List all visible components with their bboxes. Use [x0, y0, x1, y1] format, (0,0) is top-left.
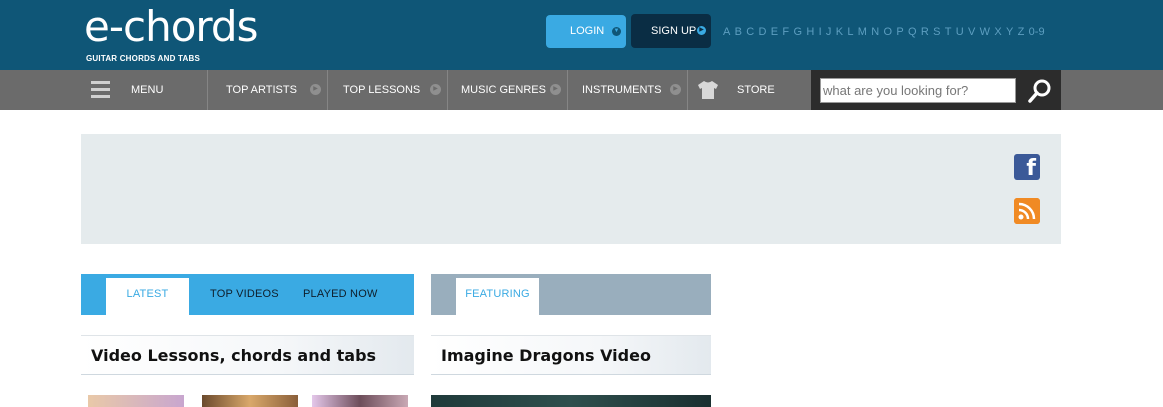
chevron-right-icon: ▶ [310, 84, 321, 95]
nav-music-genres[interactable]: MUSIC GENRES [461, 70, 546, 110]
nav-store[interactable]: STORE [737, 70, 775, 110]
alphabet-letter[interactable]: W [980, 26, 990, 38]
logo-tagline: GUITAR CHORDS AND TABS [86, 54, 201, 63]
alphabet-letter[interactable]: X [994, 26, 1001, 38]
chevron-right-icon: ▶ [550, 84, 561, 95]
login-label: LOGIN [570, 25, 605, 37]
search-input[interactable] [820, 78, 1016, 103]
alphabet-letter[interactable]: J [826, 26, 832, 38]
video-thumbnail[interactable] [312, 395, 408, 407]
alphabet-letter[interactable]: K [836, 26, 843, 38]
right-panel-header: Imagine Dragons Video [431, 335, 711, 375]
alphabet-letter[interactable]: L [847, 26, 853, 38]
top-header: e-chords GUITAR CHORDS AND TABS LOGIN ▼ … [0, 0, 1163, 70]
tab-played-now[interactable]: PLAYED NOW [303, 274, 378, 315]
left-tabbar: LATEST TOP VIDEOS PLAYED NOW [81, 274, 414, 315]
alphabet-letter[interactable]: I [819, 26, 822, 38]
nav-divider [567, 70, 568, 110]
video-thumbnail[interactable] [88, 395, 184, 407]
nav-divider [327, 70, 328, 110]
right-panel-title: Imagine Dragons Video [441, 346, 651, 365]
nav-divider [447, 70, 448, 110]
alphabet-letter[interactable]: D [759, 26, 767, 38]
chevron-right-icon: ▶ [697, 26, 706, 35]
nav-instruments[interactable]: INSTRUMENTS [582, 70, 661, 110]
ad-banner [81, 134, 1061, 244]
rss-icon[interactable] [1014, 198, 1040, 224]
nav-divider [207, 70, 208, 110]
alphabet-letter[interactable]: A [723, 26, 730, 38]
tab-featuring[interactable]: FEATURING [456, 278, 539, 315]
alphabet-letter[interactable]: T [945, 26, 952, 38]
search-icon[interactable] [1027, 78, 1053, 104]
signup-label: SIGN UP [651, 25, 697, 37]
nav-top-lessons[interactable]: TOP LESSONS [343, 70, 420, 110]
alphabet-index: A B C D E F G H I J K L M N O P Q R S T U V W X Y Z 0-9 [723, 26, 1049, 38]
alphabet-letter[interactable]: Z [1018, 26, 1025, 38]
alphabet-letter[interactable]: Q [908, 26, 917, 38]
logo[interactable]: e-chords GUITAR CHORDS AND TABS [84, 2, 258, 64]
alphabet-letter[interactable]: G [793, 26, 802, 38]
chevron-down-icon: ▼ [612, 27, 621, 36]
alphabet-letter[interactable]: S [933, 26, 940, 38]
alphabet-letter[interactable]: B [735, 26, 742, 38]
logo-text: e-chords [84, 2, 258, 51]
search-bar [811, 70, 1061, 110]
alphabet-letter[interactable]: C [746, 26, 754, 38]
alphabet-letter[interactable]: H [806, 26, 814, 38]
left-panel-title: Video Lessons, chords and tabs [91, 346, 377, 365]
alphabet-letter[interactable]: Y [1006, 26, 1013, 38]
alphabet-letter[interactable]: V [968, 26, 975, 38]
alphabet-letter[interactable]: U [956, 26, 964, 38]
nav-divider [687, 70, 688, 110]
alphabet-letter[interactable]: R [921, 26, 929, 38]
tab-top-videos[interactable]: TOP VIDEOS [210, 274, 279, 315]
alphabet-letter[interactable]: 0-9 [1029, 26, 1045, 38]
featured-video-thumbnail[interactable] [431, 395, 711, 407]
video-thumbnail[interactable] [202, 395, 298, 407]
alphabet-letter[interactable]: F [782, 26, 789, 38]
chevron-right-icon: ▶ [430, 84, 441, 95]
alphabet-letter[interactable]: N [871, 26, 879, 38]
alphabet-letter[interactable]: E [771, 26, 778, 38]
signup-button[interactable]: SIGN UP ▶ [631, 14, 711, 48]
chevron-right-icon: ▶ [670, 84, 681, 95]
alphabet-letter[interactable]: P [896, 26, 903, 38]
left-panel-header: Video Lessons, chords and tabs [81, 335, 414, 375]
alphabet-letter[interactable]: O [884, 26, 893, 38]
nav-top-artists[interactable]: TOP ARTISTS [226, 70, 297, 110]
right-tabbar: FEATURING [431, 274, 711, 315]
login-button[interactable]: LOGIN ▼ [546, 15, 626, 48]
facebook-icon[interactable]: f [1014, 154, 1040, 180]
hamburger-icon[interactable] [91, 81, 110, 98]
nav-menu[interactable]: MENU [131, 70, 163, 110]
alphabet-letter[interactable]: M [858, 26, 867, 38]
tshirt-icon [698, 81, 718, 99]
tab-latest[interactable]: LATEST [106, 278, 189, 315]
